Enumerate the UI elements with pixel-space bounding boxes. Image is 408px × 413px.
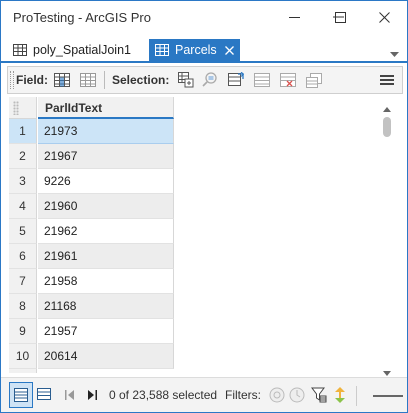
table-row[interactable]: 10 20614 bbox=[9, 344, 174, 369]
row-number[interactable]: 1 bbox=[9, 119, 37, 144]
row-number[interactable]: 7 bbox=[9, 269, 37, 294]
table-cell[interactable]: 21960 bbox=[38, 194, 174, 219]
window-title: ProTesting - ArcGIS Pro bbox=[13, 10, 151, 25]
row-number[interactable]: 6 bbox=[9, 244, 37, 269]
table-cell[interactable]: 21973 bbox=[38, 119, 174, 144]
select-by-attributes-icon[interactable] bbox=[177, 72, 195, 88]
scroll-up-icon[interactable] bbox=[383, 101, 391, 115]
add-field-icon[interactable] bbox=[53, 72, 71, 88]
vertical-scrollbar[interactable] bbox=[377, 97, 397, 376]
time-filter-icon[interactable] bbox=[289, 387, 305, 403]
table-window: ProTesting - ArcGIS Pro poly_SpatialJoin… bbox=[0, 0, 408, 413]
tab-label: poly_SpatialJoin1 bbox=[33, 43, 131, 57]
maximize-button-2[interactable] bbox=[317, 1, 363, 33]
table-cell[interactable]: 9226 bbox=[38, 169, 174, 194]
first-record-icon[interactable] bbox=[65, 390, 75, 400]
minimize-icon bbox=[288, 16, 300, 18]
copy-selection-icon[interactable] bbox=[305, 72, 323, 88]
row-number[interactable]: 2 bbox=[9, 144, 37, 169]
maximize-icon bbox=[334, 11, 346, 23]
selection-count: 0 of 23,588 selected bbox=[109, 388, 218, 402]
table-icon bbox=[155, 44, 169, 56]
clear-selection-icon[interactable] bbox=[253, 72, 271, 88]
close-tab-icon[interactable] bbox=[224, 45, 234, 55]
status-bar: 0 of 23,588 selected Filters: bbox=[1, 377, 407, 412]
close-icon bbox=[378, 11, 390, 23]
table-row[interactable]: 9 21957 bbox=[9, 319, 174, 344]
table-cell[interactable]: 21962 bbox=[38, 219, 174, 244]
table-cell[interactable]: 21961 bbox=[38, 244, 174, 269]
table-row[interactable]: 8 21168 bbox=[9, 294, 174, 319]
row-number[interactable]: 8 bbox=[9, 294, 37, 319]
close-window-button[interactable] bbox=[361, 1, 407, 33]
table-row[interactable]: 1 21973 bbox=[9, 119, 174, 144]
table-row[interactable]: 4 21960 bbox=[9, 194, 174, 219]
selection-label: Selection: bbox=[112, 73, 170, 87]
row-number[interactable]: 3 bbox=[9, 169, 37, 194]
table-cell[interactable]: 21958 bbox=[38, 269, 174, 294]
select-all-corner[interactable] bbox=[9, 97, 37, 119]
tab-bar: poly_SpatialJoin1 Parcels bbox=[1, 39, 407, 63]
definition-query-filter-icon[interactable] bbox=[311, 387, 327, 403]
table-cell[interactable]: 21967 bbox=[38, 144, 174, 169]
toolbar-grip bbox=[10, 71, 14, 89]
table-row[interactable]: 2 21967 bbox=[9, 144, 174, 169]
table-toolbar: Field: Selection: bbox=[7, 66, 403, 94]
column-header-parlidtext[interactable]: ParlIdText bbox=[38, 97, 174, 119]
table-row[interactable]: 3 9226 bbox=[9, 169, 174, 194]
field-label: Field: bbox=[16, 73, 48, 87]
zoom-to-selection-icon[interactable] bbox=[201, 72, 219, 88]
tab-poly-spatialjoin1[interactable]: poly_SpatialJoin1 bbox=[7, 39, 137, 61]
row-number[interactable]: 4 bbox=[9, 194, 37, 219]
zoom-slider[interactable] bbox=[373, 395, 403, 397]
minimize-button-2[interactable] bbox=[271, 1, 317, 33]
attribute-table-grid: ParlIdText 1 21973 2 21967 3 9226 4 2196… bbox=[9, 97, 397, 373]
tab-label: Parcels bbox=[175, 43, 217, 57]
delete-selection-icon[interactable] bbox=[279, 72, 297, 88]
table-view-button[interactable] bbox=[9, 382, 33, 408]
toolbar-divider bbox=[104, 71, 105, 89]
sort-icon[interactable] bbox=[334, 387, 346, 403]
last-record-icon[interactable] bbox=[87, 390, 97, 400]
table-row[interactable]: 7 21958 bbox=[9, 269, 174, 294]
table-cell[interactable]: 20614 bbox=[38, 344, 174, 369]
tab-overflow-icon[interactable] bbox=[390, 47, 399, 61]
table-row[interactable]: 6 21961 bbox=[9, 244, 174, 269]
extent-filter-icon[interactable] bbox=[269, 387, 285, 403]
scrollbar-thumb[interactable] bbox=[383, 117, 391, 137]
switch-selection-icon[interactable] bbox=[227, 72, 245, 88]
table-row[interactable]: 5 21962 bbox=[9, 219, 174, 244]
record-view-icon[interactable] bbox=[37, 388, 51, 400]
row-number[interactable]: 10 bbox=[9, 344, 37, 369]
menu-icon[interactable] bbox=[378, 72, 396, 88]
status-divider bbox=[356, 386, 357, 406]
calculate-field-icon[interactable] bbox=[79, 72, 97, 88]
filters-label: Filters: bbox=[225, 388, 261, 402]
table-icon bbox=[13, 44, 27, 56]
table-view-icon bbox=[14, 388, 28, 402]
table-cell[interactable]: 21957 bbox=[38, 319, 174, 344]
tab-parcels[interactable]: Parcels bbox=[149, 39, 240, 61]
table-cell[interactable]: 21168 bbox=[38, 294, 174, 319]
row-number[interactable]: 5 bbox=[9, 219, 37, 244]
row-number[interactable]: 9 bbox=[9, 319, 37, 344]
